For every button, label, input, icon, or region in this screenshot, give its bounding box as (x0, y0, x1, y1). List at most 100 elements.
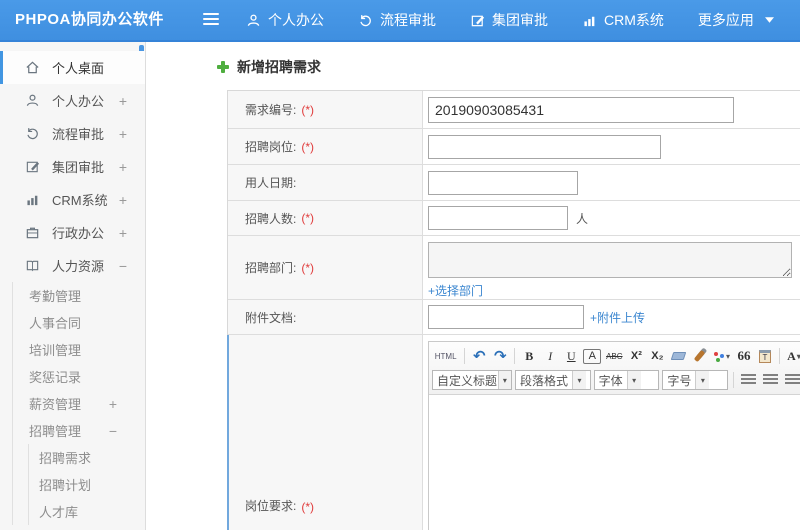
sidebar-item-label: 人才库 (39, 505, 79, 520)
page-title-row: 新增招聘需求 (217, 57, 321, 77)
sidebar-item-label: 流程审批 (52, 127, 105, 142)
sidebar-item-workflow-approval[interactable]: 流程审批 + (0, 117, 145, 150)
font-border-button[interactable]: A (583, 348, 602, 364)
sidebar-subitem-recruit-demand[interactable]: 招聘需求 (29, 444, 145, 471)
field-value-cell: HTML ↶ ↷ B I U A ABC X² X₂ ▾ 66 T A ▾ 自定… (423, 335, 800, 530)
toolbar-separator (733, 372, 735, 388)
sidebar-item-group-approval[interactable]: 集团审批 + (0, 150, 145, 183)
recruit-submenu: 招聘需求 招聘计划 人才库 (28, 444, 145, 525)
sidebar-subitem-recruit-plan[interactable]: 招聘计划 (29, 471, 145, 498)
subscript-button[interactable]: X₂ (648, 347, 666, 366)
sidebar-item-hr[interactable]: 人力资源 − (0, 249, 145, 282)
menu-toggle-icon[interactable] (203, 13, 219, 27)
field-value-cell: +选择部门 (423, 236, 800, 299)
sidebar-item-admin-office[interactable]: 行政办公 + (0, 216, 145, 249)
eraser-icon[interactable] (669, 347, 687, 366)
demand-no-input[interactable] (428, 96, 734, 123)
paste-icon[interactable]: T (756, 347, 774, 366)
strikethrough-button[interactable]: ABC (604, 347, 624, 366)
attachment-upload-link[interactable]: +附件上传 (590, 309, 645, 326)
sidebar-subitem-talent-pool[interactable]: 人才库 (29, 498, 145, 525)
expand-toggle[interactable]: + (119, 192, 127, 208)
required-marker: (*) (301, 500, 315, 514)
chevron-down-icon: ▾ (626, 371, 641, 389)
paragraph-select[interactable]: 段落格式 ▾ (515, 370, 591, 390)
field-value-cell (423, 91, 800, 128)
editor-toolbar: HTML ↶ ↷ B I U A ABC X² X₂ ▾ 66 T A ▾ 自定… (429, 342, 800, 395)
expand-toggle[interactable]: + (119, 126, 127, 142)
nav-crm-system[interactable]: CRM系统 (582, 10, 664, 30)
font-color-button[interactable]: A ▾ (785, 347, 800, 366)
sidebar-item-label: 个人办公 (52, 94, 105, 109)
redo-icon[interactable]: ↷ (491, 347, 509, 366)
main-content: 新增招聘需求 需求编号: (*) 招聘岗位: (*) (147, 42, 800, 530)
sidebar-subitem-attendance[interactable]: 考勤管理 (13, 282, 145, 309)
sidebar-item-crm[interactable]: CRM系统 + (0, 183, 145, 216)
sidebar-item-label: CRM系统 (52, 193, 108, 208)
nav-group-approval[interactable]: 集团审批 (470, 10, 548, 30)
topbar: PHPOA协同办公软件 个人办公 流程审批 集团审批 CRM系统 更多应用 (0, 0, 800, 42)
align-right-button[interactable] (785, 374, 800, 386)
sidebar-item-desktop[interactable]: 个人桌面 (0, 51, 145, 84)
bold-button[interactable]: B (520, 347, 538, 366)
toolbar-separator (778, 348, 780, 364)
superscript-button[interactable]: X² (627, 347, 645, 366)
undo-icon[interactable]: ↶ (470, 347, 488, 366)
nav-label: 更多应用 (697, 12, 754, 28)
sidebar: 个人桌面 个人办公 + 流程审批 + 集团审批 + CRM系统 + 行政办公 +… (0, 42, 146, 530)
nav-personal-office[interactable]: 个人办公 (246, 10, 324, 30)
align-center-button[interactable] (763, 374, 779, 386)
hire-date-input[interactable] (428, 170, 578, 195)
nav-label: 流程审批 (380, 12, 436, 28)
select-value: 字号 (667, 373, 692, 388)
required-marker: (*) (301, 211, 315, 225)
font-family-select[interactable]: 字体 ▾ (593, 370, 660, 390)
blockquote-button[interactable]: 66 (735, 347, 753, 366)
field-label: 用人日期: (245, 176, 297, 190)
field-label-cell: 需求编号: (*) (228, 91, 423, 128)
italic-button[interactable]: I (541, 347, 559, 366)
html-source-button[interactable]: HTML (432, 347, 459, 366)
attachment-input[interactable] (428, 305, 584, 329)
sidebar-subitem-rewards[interactable]: 奖惩记录 (13, 363, 145, 390)
headcount-input[interactable] (428, 206, 568, 230)
field-value-cell: 人 (423, 201, 800, 235)
sidebar-subitem-recruit-mgmt[interactable]: 招聘管理 − (13, 417, 145, 444)
nav-more-apps[interactable]: 更多应用 (698, 10, 774, 30)
recruit-demand-form: 需求编号: (*) 招聘岗位: (*) 用人 (227, 90, 800, 530)
font-size-select[interactable]: 字号 ▾ (662, 370, 729, 390)
sidebar-subitem-hr-contract[interactable]: 人事合同 (13, 309, 145, 336)
sidebar-subitem-training[interactable]: 培训管理 (13, 336, 145, 363)
expand-toggle[interactable]: − (119, 258, 127, 274)
hr-submenu: 考勤管理 人事合同 培训管理 奖惩记录 薪资管理 + 招聘管理 − 招聘需求 招… (12, 282, 145, 525)
app-logo[interactable]: PHPOA协同办公软件 (15, 0, 164, 40)
edit-icon (470, 13, 485, 28)
sidebar-subitem-salary[interactable]: 薪资管理 + (13, 390, 145, 417)
expand-toggle[interactable]: + (119, 225, 127, 241)
field-label-cell: 招聘部门: (*) (228, 236, 423, 299)
underline-button[interactable]: U (562, 347, 580, 366)
heading-select[interactable]: 自定义标题 ▾ (432, 370, 512, 390)
position-input[interactable] (428, 134, 661, 159)
select-department-link[interactable]: +选择部门 (428, 282, 483, 299)
expand-toggle[interactable]: − (109, 423, 117, 439)
color-dabs-icon[interactable]: ▾ (711, 347, 732, 366)
expand-toggle[interactable]: + (119, 159, 127, 175)
top-navigation: 个人办公 流程审批 集团审批 CRM系统 更多应用 (246, 0, 774, 40)
toolbar-separator (464, 348, 466, 364)
field-value-cell (423, 165, 800, 200)
field-label: 岗位要求: (245, 499, 297, 513)
field-label-cell: 用人日期: (228, 165, 423, 200)
editor-content-area[interactable] (429, 395, 800, 530)
department-textarea[interactable] (428, 242, 792, 278)
briefcase-icon (25, 225, 40, 240)
form-row-position: 招聘岗位: (*) (228, 129, 800, 165)
expand-toggle[interactable]: + (109, 396, 117, 412)
field-label: 需求编号: (245, 103, 297, 117)
bar-chart-icon (582, 13, 597, 28)
expand-toggle[interactable]: + (119, 93, 127, 109)
format-painter-icon[interactable] (690, 347, 708, 366)
sidebar-item-personal-office[interactable]: 个人办公 + (0, 84, 145, 117)
nav-workflow-approval[interactable]: 流程审批 (358, 10, 436, 30)
align-left-button[interactable] (741, 374, 757, 386)
